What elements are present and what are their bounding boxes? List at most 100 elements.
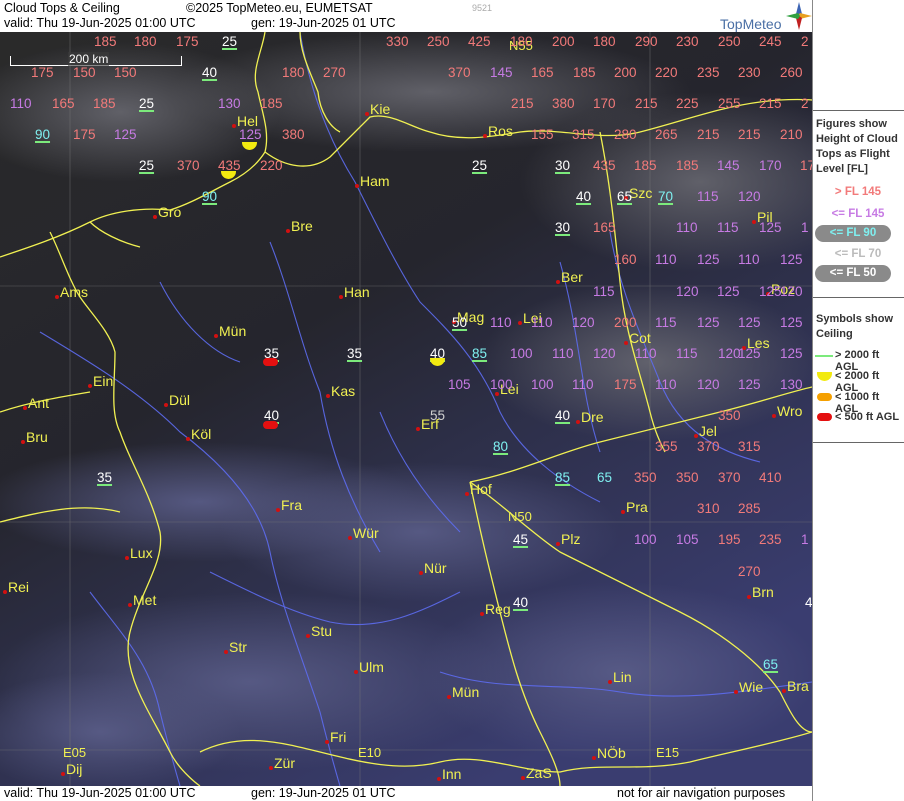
cloud-top-value: 175 (800, 158, 812, 173)
cloud-top-value: 285 (738, 501, 761, 516)
city-label: Wie (739, 679, 764, 695)
city-label: Zür (274, 755, 295, 771)
cloud-top-value: 185 (676, 158, 699, 173)
grid-coordinate-label: E10 (358, 745, 382, 760)
city-dot-icon (232, 124, 236, 128)
city-label: Ams (60, 284, 88, 300)
city-dot-icon (556, 542, 560, 546)
city-dot-icon (556, 280, 560, 284)
cloud-top-value: 110 (738, 252, 760, 267)
cloud-top-value: 40 (576, 189, 592, 204)
cloud-top-value: 110 (676, 220, 698, 235)
cloud-top-value: 65 (617, 189, 633, 204)
cloud-top-value: 175 (73, 127, 96, 142)
cloud-top-value: 110 (572, 377, 594, 392)
cloud-top-value: 180 (282, 65, 305, 80)
cloud-top-value: 115 (676, 346, 698, 361)
cloud-top-value: 165 (531, 65, 554, 80)
cloud-top-value: 35 (97, 470, 113, 485)
cloud-top-value: 105 (448, 377, 471, 392)
city-dot-icon (694, 434, 698, 438)
cloud-top-value: 255 (718, 96, 741, 111)
cloud-top-value: 145 (490, 65, 513, 80)
legend-level-low: <= FL 90 (829, 227, 877, 239)
city-label: Dül (169, 392, 191, 408)
legend-figures-line-2: Height of Cloud (816, 133, 898, 145)
city-label: Ein (93, 373, 114, 389)
city-dot-icon (269, 766, 273, 770)
city-label: Szc (629, 185, 653, 201)
city-dot-icon (354, 670, 358, 674)
cloud-top-value: 25 (472, 158, 488, 173)
cloud-top-value: 175 (614, 377, 637, 392)
cloud-top-value: 120 (697, 377, 720, 392)
generated-time: gen: 19-Jun-2025 01 UTC (251, 16, 396, 30)
cloud-top-value: 215 (697, 127, 720, 142)
cloud-top-value: 330 (386, 34, 409, 49)
cloud-top-value: 110 (655, 377, 677, 392)
map-background (0, 32, 812, 786)
city-dot-icon (306, 634, 310, 638)
city-dot-icon (326, 394, 330, 398)
map-footer: valid: Thu 19-Jun-2025 01:00 UTC gen: 19… (0, 786, 812, 801)
cloud-top-value: 215 (738, 127, 761, 142)
city-label: Plz (561, 531, 581, 547)
legend-symbols-line-1: Symbols show (816, 313, 894, 325)
city-dot-icon (214, 334, 218, 338)
cloud-top-value: 350 (676, 470, 699, 485)
cloud-top-value: 40 (555, 408, 571, 423)
cloud-top-value: 55 (430, 408, 446, 423)
satellite-map[interactable]: 200 km Kie Hel Ros Ham Gro Bre Szc Pil Ams Han Ber… (0, 32, 812, 786)
city-label: Kas (331, 383, 356, 399)
legend-figures-line-3: Tops as Flight (816, 148, 890, 160)
city-label: Köl (191, 426, 212, 442)
cloud-top-value: 115 (655, 315, 677, 330)
legend-figures-line-4: Level [FL] (816, 163, 868, 175)
map-header: Cloud Tops & Ceiling ©2025 TopMeteo.eu, … (0, 0, 812, 33)
city-label: Jel (699, 423, 717, 439)
map-title: Cloud Tops & Ceiling (4, 1, 120, 15)
cloud-top-value: 200 (614, 65, 637, 80)
cloud-top-value: 115 (717, 220, 739, 235)
cloud-top-value: 230 (676, 34, 699, 49)
grid-coordinate-label: N50 (508, 509, 532, 524)
cloud-top-value: 185 (94, 34, 117, 49)
cloud-top-value: 120 (676, 284, 699, 299)
cloud-top-value: 165 (593, 220, 616, 235)
cloud-top-value: 90 (202, 189, 218, 204)
cloud-top-value: 65 (763, 657, 779, 672)
cloud-top-value: 145 (717, 158, 740, 173)
cloud-top-value: 290 (635, 34, 658, 49)
cloud-top-value: 100 (490, 377, 513, 392)
city-dot-icon (437, 777, 441, 781)
city-label: Rei (8, 579, 30, 595)
city-dot-icon (495, 392, 499, 396)
cloud-top-value: 125 (717, 284, 740, 299)
cloud-top-value: 245 (759, 34, 782, 49)
cloud-top-value: 180 (134, 34, 157, 49)
grid-coordinate-label: E05 (63, 745, 87, 760)
cloud-top-value: 195 (718, 532, 741, 547)
city-dot-icon (23, 406, 27, 410)
city-label: Ant (28, 395, 50, 411)
cloud-top-value: 110 (635, 346, 657, 361)
city-label: Fra (281, 497, 302, 513)
legend-symbols-line-2: Ceiling (816, 328, 853, 340)
cloud-top-value: 380 (552, 96, 575, 111)
cloud-top-value: 115 (593, 284, 615, 299)
grid-coordinate-label: E15 (656, 745, 680, 760)
city-dot-icon (576, 420, 580, 424)
cloud-top-value: 85 (472, 346, 488, 361)
cloud-top-value: 215 (511, 96, 534, 111)
city-label: Fri (330, 729, 347, 745)
city-label: Reg (485, 601, 511, 617)
city-dot-icon (621, 510, 625, 514)
city-dot-icon (447, 695, 451, 699)
city-label: Brn (752, 584, 774, 600)
city-dot-icon (480, 612, 484, 616)
cloud-top-value: 125 (759, 220, 782, 235)
city-label: Lin (613, 669, 632, 685)
cloud-top-value: 40 (513, 595, 529, 610)
legend-divider (813, 442, 904, 443)
city-dot-icon (483, 134, 487, 138)
